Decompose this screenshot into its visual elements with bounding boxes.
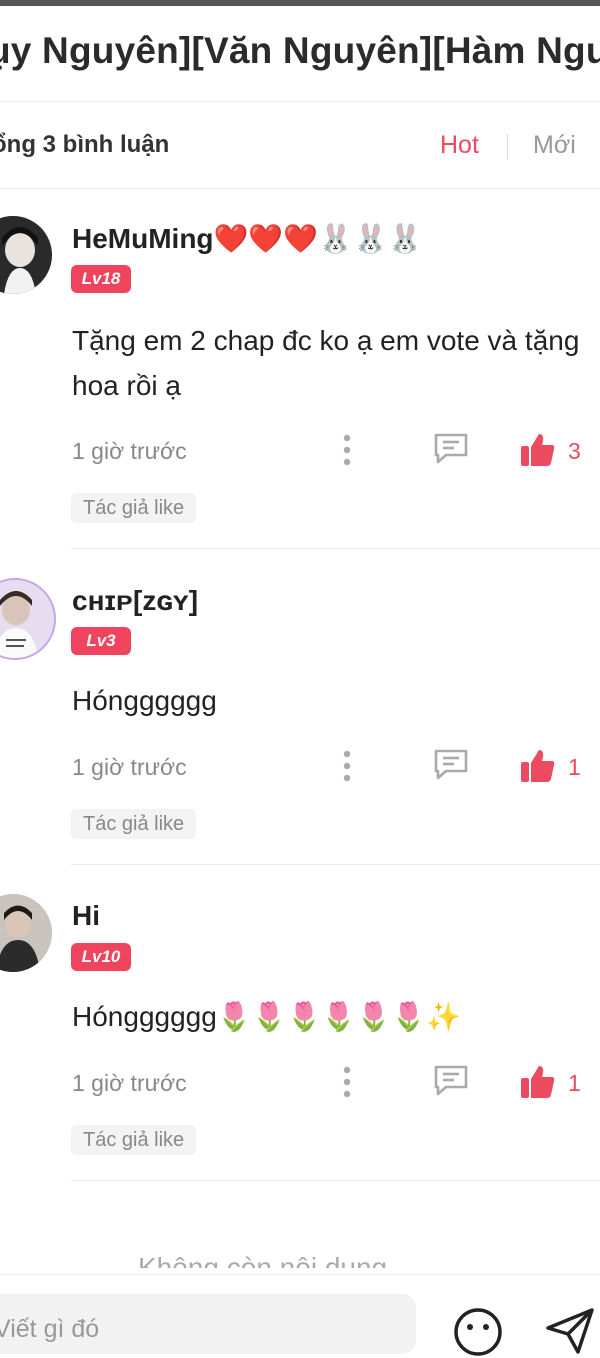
like-count: 1 <box>568 754 581 780</box>
sort-hot-tab[interactable]: Hot <box>440 131 479 160</box>
comment-icon[interactable] <box>432 431 470 465</box>
more-vertical-icon[interactable] <box>340 749 354 783</box>
page-title: ụy Nguyên][Văn Nguyên][Hàm Ngu <box>0 30 600 71</box>
top-status-edge <box>0 0 600 6</box>
username[interactable]: HeMuMing❤️❤️❤️🐰🐰🐰 <box>72 222 423 255</box>
author-like-badge: Tác giả like <box>71 493 197 523</box>
username[interactable]: Hi <box>72 900 100 932</box>
comment-text: Hóngggggg🌷🌷🌷🌷🌷🌷✨ <box>72 1001 461 1032</box>
username[interactable]: ᴄʜɪᴘ[ᴢɢʏ] <box>72 585 198 617</box>
more-vertical-icon[interactable] <box>340 433 354 467</box>
comment-text: Hóngggggg <box>72 685 217 716</box>
sort-new-tab[interactable]: Mới <box>533 131 576 160</box>
thumbs-up-icon[interactable] <box>520 1064 556 1100</box>
thumbs-up-icon[interactable] <box>520 748 556 784</box>
author-like-badge: Tác giả like <box>71 1125 197 1155</box>
avatar[interactable] <box>0 216 52 294</box>
level-badge: Lv10 <box>71 943 131 971</box>
like-count: 3 <box>568 438 581 464</box>
comment-divider <box>71 864 600 865</box>
comment-input-placeholder[interactable]: Viết gì đó <box>0 1315 99 1344</box>
thumbs-up-icon[interactable] <box>520 432 556 468</box>
comment-text: Tặng em 2 chap đc ko ạ em vote và tặng h… <box>72 325 580 401</box>
author-like-badge: Tác giả like <box>71 809 197 839</box>
level-badge: Lv18 <box>71 265 131 293</box>
comment-count: ổng 3 bình luận <box>0 131 170 158</box>
level-badge: Lv3 <box>71 627 131 655</box>
comment-divider <box>71 1180 600 1181</box>
avatar[interactable] <box>0 894 52 972</box>
emoji-icon[interactable] <box>452 1306 504 1358</box>
comment-divider <box>71 548 600 549</box>
sort-divider <box>0 188 600 189</box>
like-count: 1 <box>568 1070 581 1096</box>
avatar[interactable] <box>0 578 56 660</box>
comment-icon[interactable] <box>432 1063 470 1097</box>
more-vertical-icon[interactable] <box>340 1065 354 1099</box>
sort-separator <box>507 134 508 160</box>
comment-time: 1 giờ trước <box>72 1070 187 1096</box>
comment-time: 1 giờ trước <box>72 438 187 464</box>
header-divider <box>0 101 600 102</box>
comment-time: 1 giờ trước <box>72 754 187 780</box>
send-icon[interactable] <box>544 1304 596 1356</box>
comment-icon[interactable] <box>432 747 470 781</box>
